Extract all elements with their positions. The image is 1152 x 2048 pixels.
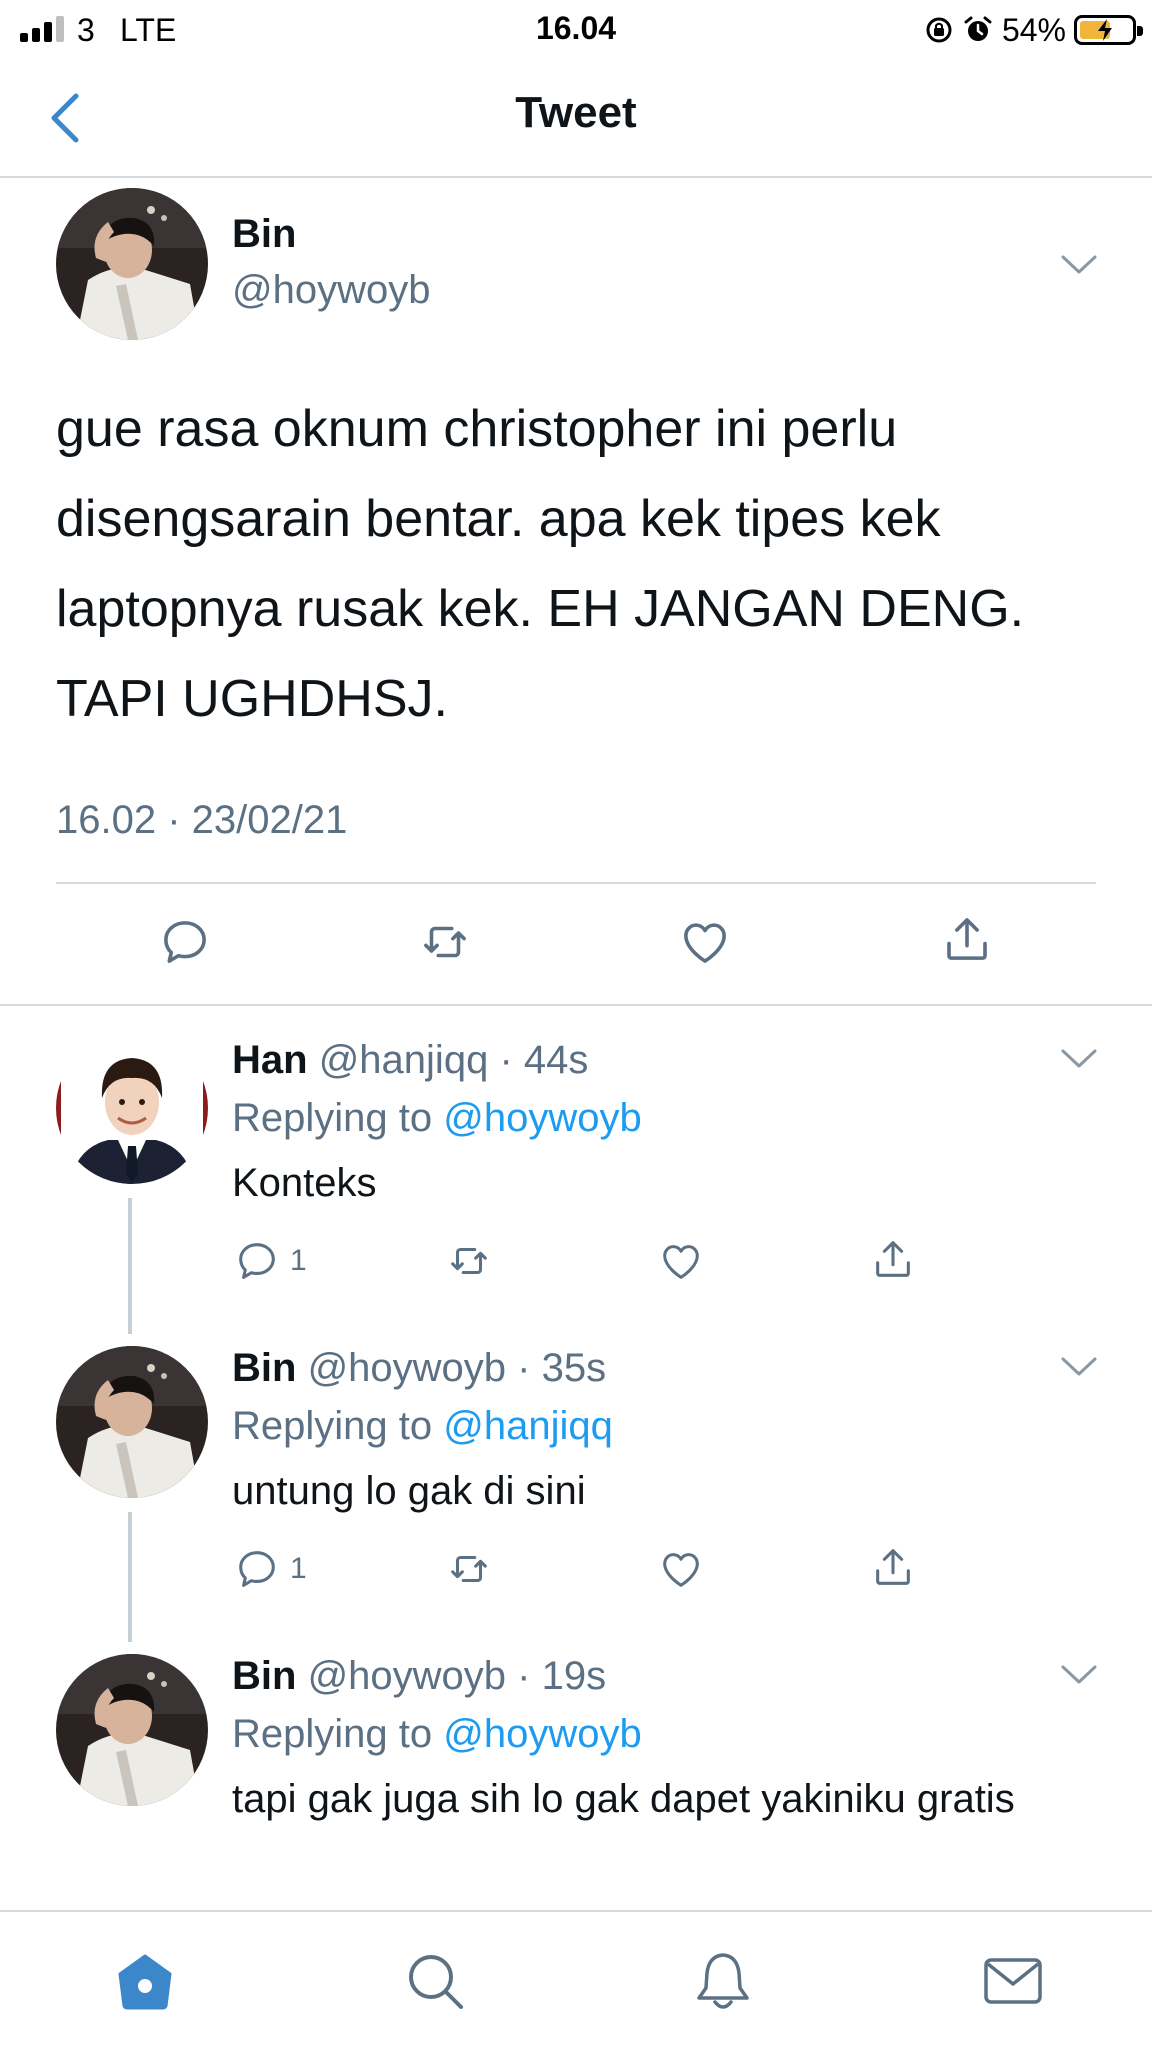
tweet-age: · 35s — [517, 1346, 607, 1390]
mention-link[interactable]: @hanjiqq — [443, 1404, 613, 1448]
thread-line — [128, 1198, 132, 1334]
orientation-lock-icon — [926, 17, 952, 43]
reply-icon[interactable] — [234, 1238, 280, 1284]
like-icon[interactable] — [658, 1238, 704, 1284]
avatar[interactable] — [56, 188, 208, 340]
divider — [0, 1004, 1152, 1006]
like-icon[interactable] — [678, 915, 732, 969]
author-handle[interactable]: @hoywoyb — [308, 1654, 506, 1698]
reply-count: 1 — [290, 1244, 307, 1277]
author-name[interactable]: Bin — [232, 1654, 296, 1698]
replying-to: Replying to @hoywoyb — [232, 1712, 642, 1757]
author-handle[interactable]: @hoywoyb — [232, 268, 430, 313]
like-icon[interactable] — [658, 1546, 704, 1592]
nav-header: Tweet — [0, 60, 1152, 178]
retweet-icon[interactable] — [446, 1238, 492, 1284]
author-name[interactable]: Han — [232, 1038, 308, 1082]
share-icon[interactable] — [870, 1236, 916, 1282]
replying-to: Replying to @hanjiqq — [232, 1404, 613, 1449]
reply-text: Konteks — [232, 1161, 377, 1205]
reply-text: tapi gak juga sih lo gak dapet yakiniku … — [232, 1777, 1015, 1821]
avatar[interactable] — [56, 1032, 208, 1184]
battery-percentage: 54% — [1001, 11, 1066, 48]
reply-icon[interactable] — [158, 915, 212, 969]
battery-charging-icon — [1074, 15, 1143, 45]
replying-to-label: Replying to — [232, 1096, 444, 1140]
notifications-icon[interactable] — [692, 1950, 754, 2012]
author-handle[interactable]: @hoywoyb — [308, 1346, 506, 1390]
messages-icon[interactable] — [982, 1950, 1044, 2012]
retweet-icon[interactable] — [446, 1546, 492, 1592]
chevron-down-icon[interactable] — [1060, 254, 1098, 276]
thread-line — [128, 1512, 132, 1642]
tweet-age: · 19s — [517, 1654, 607, 1698]
reply-count: 1 — [290, 1552, 307, 1585]
mention-link[interactable]: @hoywoyb — [443, 1712, 641, 1756]
avatar[interactable] — [56, 1654, 208, 1806]
reply-header: Bin @hoywoyb · 19s — [232, 1654, 606, 1699]
search-icon[interactable] — [404, 1950, 466, 2012]
avatar[interactable] — [56, 1346, 208, 1498]
share-icon[interactable] — [940, 912, 994, 966]
tweet-age: · 44s — [499, 1038, 589, 1082]
chevron-down-icon[interactable] — [1060, 1048, 1098, 1070]
tweet-detail-screen: 3 LTE 16.04 54% Tweet Bin @hoywoyb gue r… — [0, 0, 1152, 2048]
reply-header: Han @hanjiqq · 44s — [232, 1038, 588, 1083]
replying-to-label: Replying to — [232, 1712, 444, 1756]
tweet-timestamp: 16.02 · 23/02/21 — [56, 798, 348, 842]
reply-text: untung lo gak di sini — [232, 1469, 586, 1513]
status-bar: 3 LTE 16.04 54% — [0, 0, 1152, 60]
mention-link[interactable]: @hoywoyb — [443, 1096, 641, 1140]
home-icon[interactable] — [114, 1950, 176, 2012]
share-icon[interactable] — [870, 1544, 916, 1590]
tab-bar — [0, 1910, 1152, 2048]
alarm-icon — [964, 16, 992, 41]
chevron-down-icon[interactable] — [1060, 1664, 1098, 1686]
author-name[interactable]: Bin — [232, 212, 296, 257]
author-handle[interactable]: @hanjiqq — [319, 1038, 489, 1082]
divider — [56, 882, 1096, 884]
tweet-text: gue rasa oknum christopher ini perlu dis… — [56, 400, 1025, 728]
page-title: Tweet — [515, 88, 637, 137]
retweet-icon[interactable] — [418, 915, 472, 969]
author-name[interactable]: Bin — [232, 1346, 296, 1390]
status-right-group: 54% — [924, 10, 1143, 50]
replying-to: Replying to @hoywoyb — [232, 1096, 642, 1141]
replying-to-label: Replying to — [232, 1404, 444, 1448]
chevron-down-icon[interactable] — [1060, 1356, 1098, 1378]
reply-icon[interactable] — [234, 1546, 280, 1592]
reply-header: Bin @hoywoyb · 35s — [232, 1346, 606, 1391]
